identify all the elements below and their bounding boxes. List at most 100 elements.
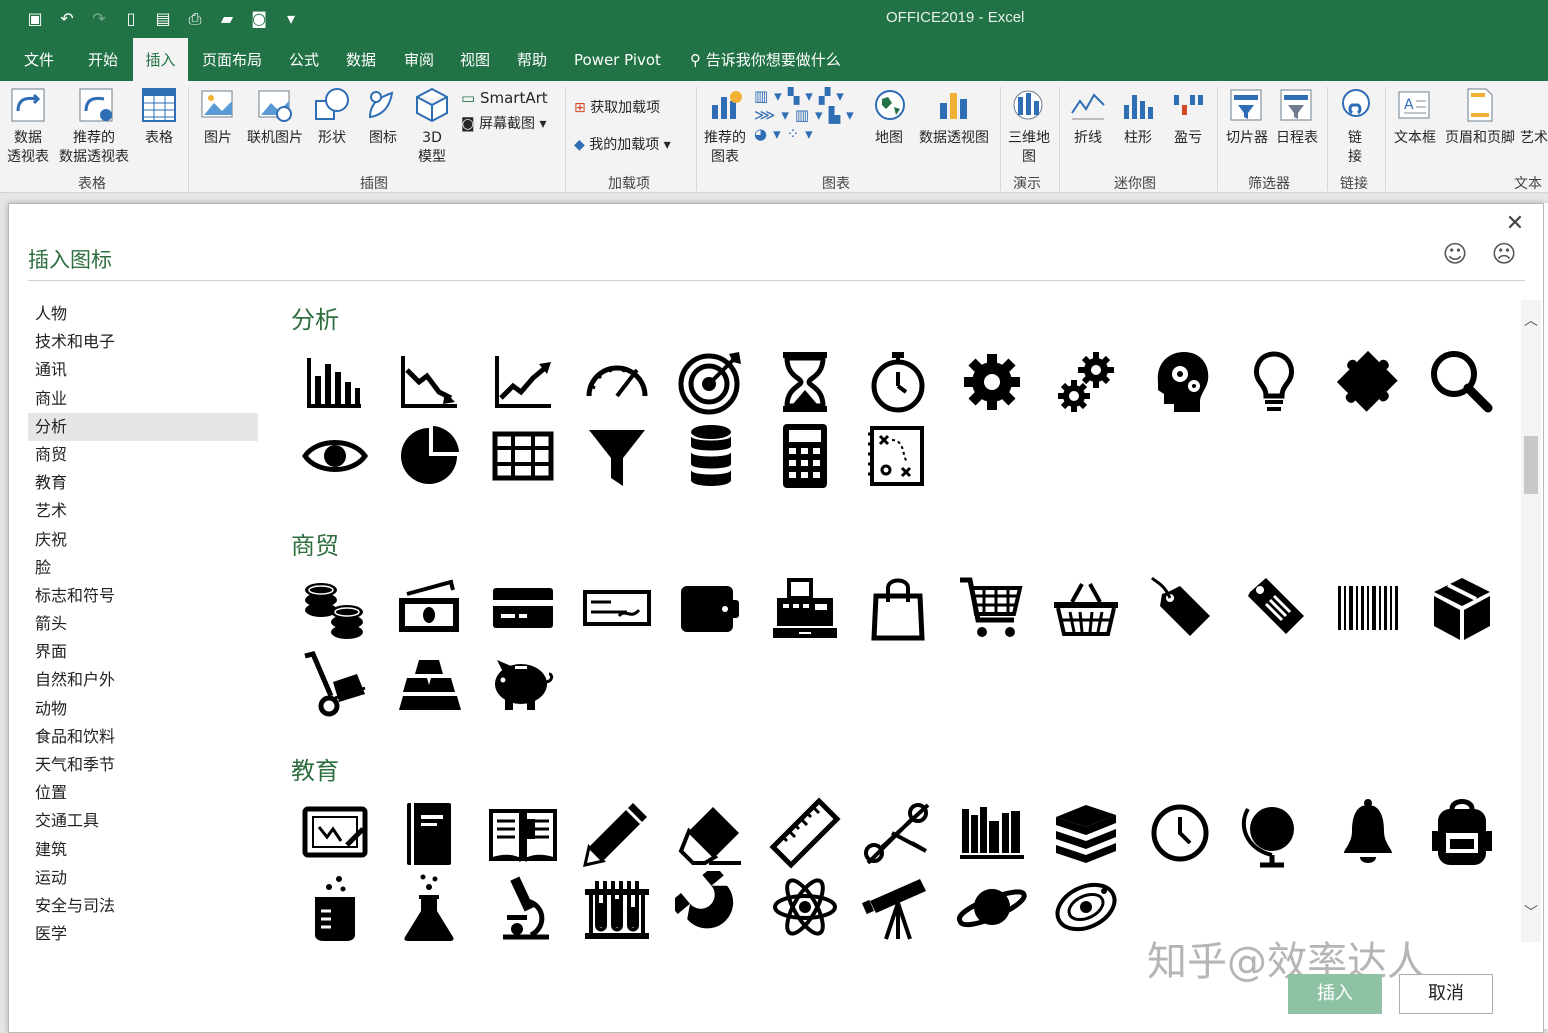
maps-button[interactable]: 地图: [866, 129, 912, 148]
pivot-table-button[interactable]: 数据 透视表: [4, 129, 52, 167]
close-icon[interactable]: ✕: [1505, 213, 1525, 235]
scroll-up-icon[interactable]: ︿: [1521, 310, 1541, 330]
target-icon[interactable]: [675, 346, 747, 418]
redo-icon[interactable]: ↷: [88, 8, 110, 30]
my-addins-button[interactable]: ◆ 我的加载项 ▾: [574, 136, 671, 155]
tab-home[interactable]: 开始: [86, 38, 120, 81]
category-item[interactable]: 自然和户外: [28, 666, 258, 694]
insert-button[interactable]: 插入: [1288, 974, 1382, 1014]
check-icon[interactable]: [581, 572, 653, 644]
backpack-icon[interactable]: [1426, 797, 1498, 869]
line-up-chart-icon[interactable]: [487, 346, 559, 418]
tell-me-box[interactable]: ⚲ 告诉我你想要做什么: [688, 38, 843, 81]
category-item[interactable]: 医学: [28, 920, 258, 942]
gears-icon[interactable]: [1050, 346, 1122, 418]
eye-icon[interactable]: [299, 420, 371, 492]
telescope-icon[interactable]: [862, 871, 934, 943]
pie-chart-icon[interactable]: [393, 420, 465, 492]
wallet-icon[interactable]: [675, 572, 747, 644]
shopping-bag-icon[interactable]: [862, 572, 934, 644]
gauge-icon[interactable]: [581, 346, 653, 418]
planet-icon[interactable]: [956, 871, 1028, 943]
eraser-icon[interactable]: [675, 797, 747, 869]
sparkline-winloss-button[interactable]: 盈亏: [1166, 129, 1210, 148]
microscope-icon[interactable]: [487, 871, 559, 943]
box-icon[interactable]: [1426, 572, 1498, 644]
scissors-icon[interactable]: [862, 797, 934, 869]
bell-icon[interactable]: [1332, 797, 1404, 869]
customize-qat-icon[interactable]: ▾: [280, 8, 302, 30]
header-footer-button[interactable]: 页眉和页脚: [1440, 129, 1520, 148]
link-button[interactable]: 链 接: [1340, 129, 1370, 167]
magnifier-icon[interactable]: [1426, 346, 1498, 418]
category-item[interactable]: 建筑: [28, 836, 258, 864]
blackboard-icon[interactable]: [299, 797, 371, 869]
lightbulb-icon[interactable]: [1238, 346, 1310, 418]
category-item[interactable]: 箭头: [28, 610, 258, 638]
cash-register-icon[interactable]: [769, 572, 841, 644]
save-icon[interactable]: ▣: [24, 8, 46, 30]
scroll-down-icon[interactable]: ﹀: [1521, 902, 1541, 922]
tab-help[interactable]: 帮助: [515, 38, 549, 81]
screenshot-button[interactable]: ◙ 屏幕截图 ▾: [461, 115, 547, 134]
category-item[interactable]: 人物: [28, 300, 258, 328]
timeline-button[interactable]: 日程表: [1272, 129, 1322, 148]
sparkline-line-button[interactable]: 折线: [1066, 129, 1110, 148]
tab-power-pivot[interactable]: Power Pivot: [572, 38, 663, 81]
open-folder-icon[interactable]: ▰: [216, 8, 238, 30]
cancel-button[interactable]: 取消: [1399, 974, 1493, 1014]
wordart-button[interactable]: 艺术: [1520, 129, 1548, 148]
notebook-icon[interactable]: [393, 797, 465, 869]
category-item[interactable]: 动物: [28, 695, 258, 723]
hourglass-icon[interactable]: [769, 346, 841, 418]
new-file-icon[interactable]: ▯: [120, 8, 142, 30]
tab-view[interactable]: 视图: [458, 38, 492, 81]
strategy-board-icon[interactable]: [862, 420, 934, 492]
category-item[interactable]: 教育: [28, 469, 258, 497]
tab-file[interactable]: 文件: [22, 38, 56, 81]
icons-button[interactable]: 图标: [360, 129, 406, 148]
textbox-button[interactable]: 文本框: [1390, 129, 1440, 148]
cash-icon[interactable]: [393, 572, 465, 644]
category-item[interactable]: 通讯: [28, 356, 258, 384]
undo-icon[interactable]: ↶: [56, 8, 78, 30]
picture-button[interactable]: 图片: [194, 129, 242, 148]
print-preview-icon[interactable]: ▤: [152, 8, 174, 30]
stopwatch-icon[interactable]: [862, 346, 934, 418]
category-item[interactable]: 交通工具: [28, 807, 258, 835]
clock-icon[interactable]: [1144, 797, 1216, 869]
coins-icon[interactable]: [299, 572, 371, 644]
category-item[interactable]: 商贸: [28, 441, 258, 469]
price-tag-icon[interactable]: [1238, 572, 1310, 644]
category-item[interactable]: 庆祝: [28, 526, 258, 554]
3d-model-button[interactable]: 3D 模型: [410, 129, 454, 167]
bar-chart-icon[interactable]: [299, 346, 371, 418]
recommended-pivot-button[interactable]: 推荐的 数据透视表: [56, 129, 132, 167]
category-item[interactable]: 分析: [28, 412, 258, 441]
sparkline-column-button[interactable]: 柱形: [1116, 129, 1160, 148]
tab-formulas[interactable]: 公式: [287, 38, 321, 81]
tab-page-layout[interactable]: 页面布局: [200, 38, 264, 81]
slicer-button[interactable]: 切片器: [1222, 129, 1272, 148]
beaker-icon[interactable]: [299, 871, 371, 943]
category-item[interactable]: 安全与司法: [28, 892, 258, 920]
gear-icon[interactable]: [956, 346, 1028, 418]
books-stack-icon[interactable]: [1050, 797, 1122, 869]
category-item[interactable]: 位置: [28, 779, 258, 807]
database-icon[interactable]: [675, 420, 747, 492]
bookshelf-icon[interactable]: [956, 797, 1028, 869]
tab-insert[interactable]: 插入: [133, 38, 188, 81]
category-item[interactable]: 商业: [28, 385, 258, 413]
shopping-cart-icon[interactable]: [956, 572, 1028, 644]
scroll-thumb[interactable]: [1524, 436, 1538, 494]
smartart-button[interactable]: ▭ SmartArt: [461, 89, 548, 108]
gallery-scrollbar[interactable]: ︿ ﹀: [1521, 300, 1541, 942]
open-book-icon[interactable]: [487, 797, 559, 869]
smile-feedback-icon[interactable]: ☺: [1442, 241, 1468, 267]
get-addins-button[interactable]: ⊞ 获取加载项: [574, 99, 660, 118]
head-gears-icon[interactable]: [1144, 346, 1216, 418]
ruler-icon[interactable]: [768, 797, 841, 869]
chart-type-buttons[interactable]: ▥▾▚▾▞▾ ⋙▾▥▾▙▾ ◕▾⁘▾: [754, 87, 854, 144]
online-picture-button[interactable]: 联机图片: [242, 129, 308, 148]
category-item[interactable]: 食品和饮料: [28, 723, 258, 751]
